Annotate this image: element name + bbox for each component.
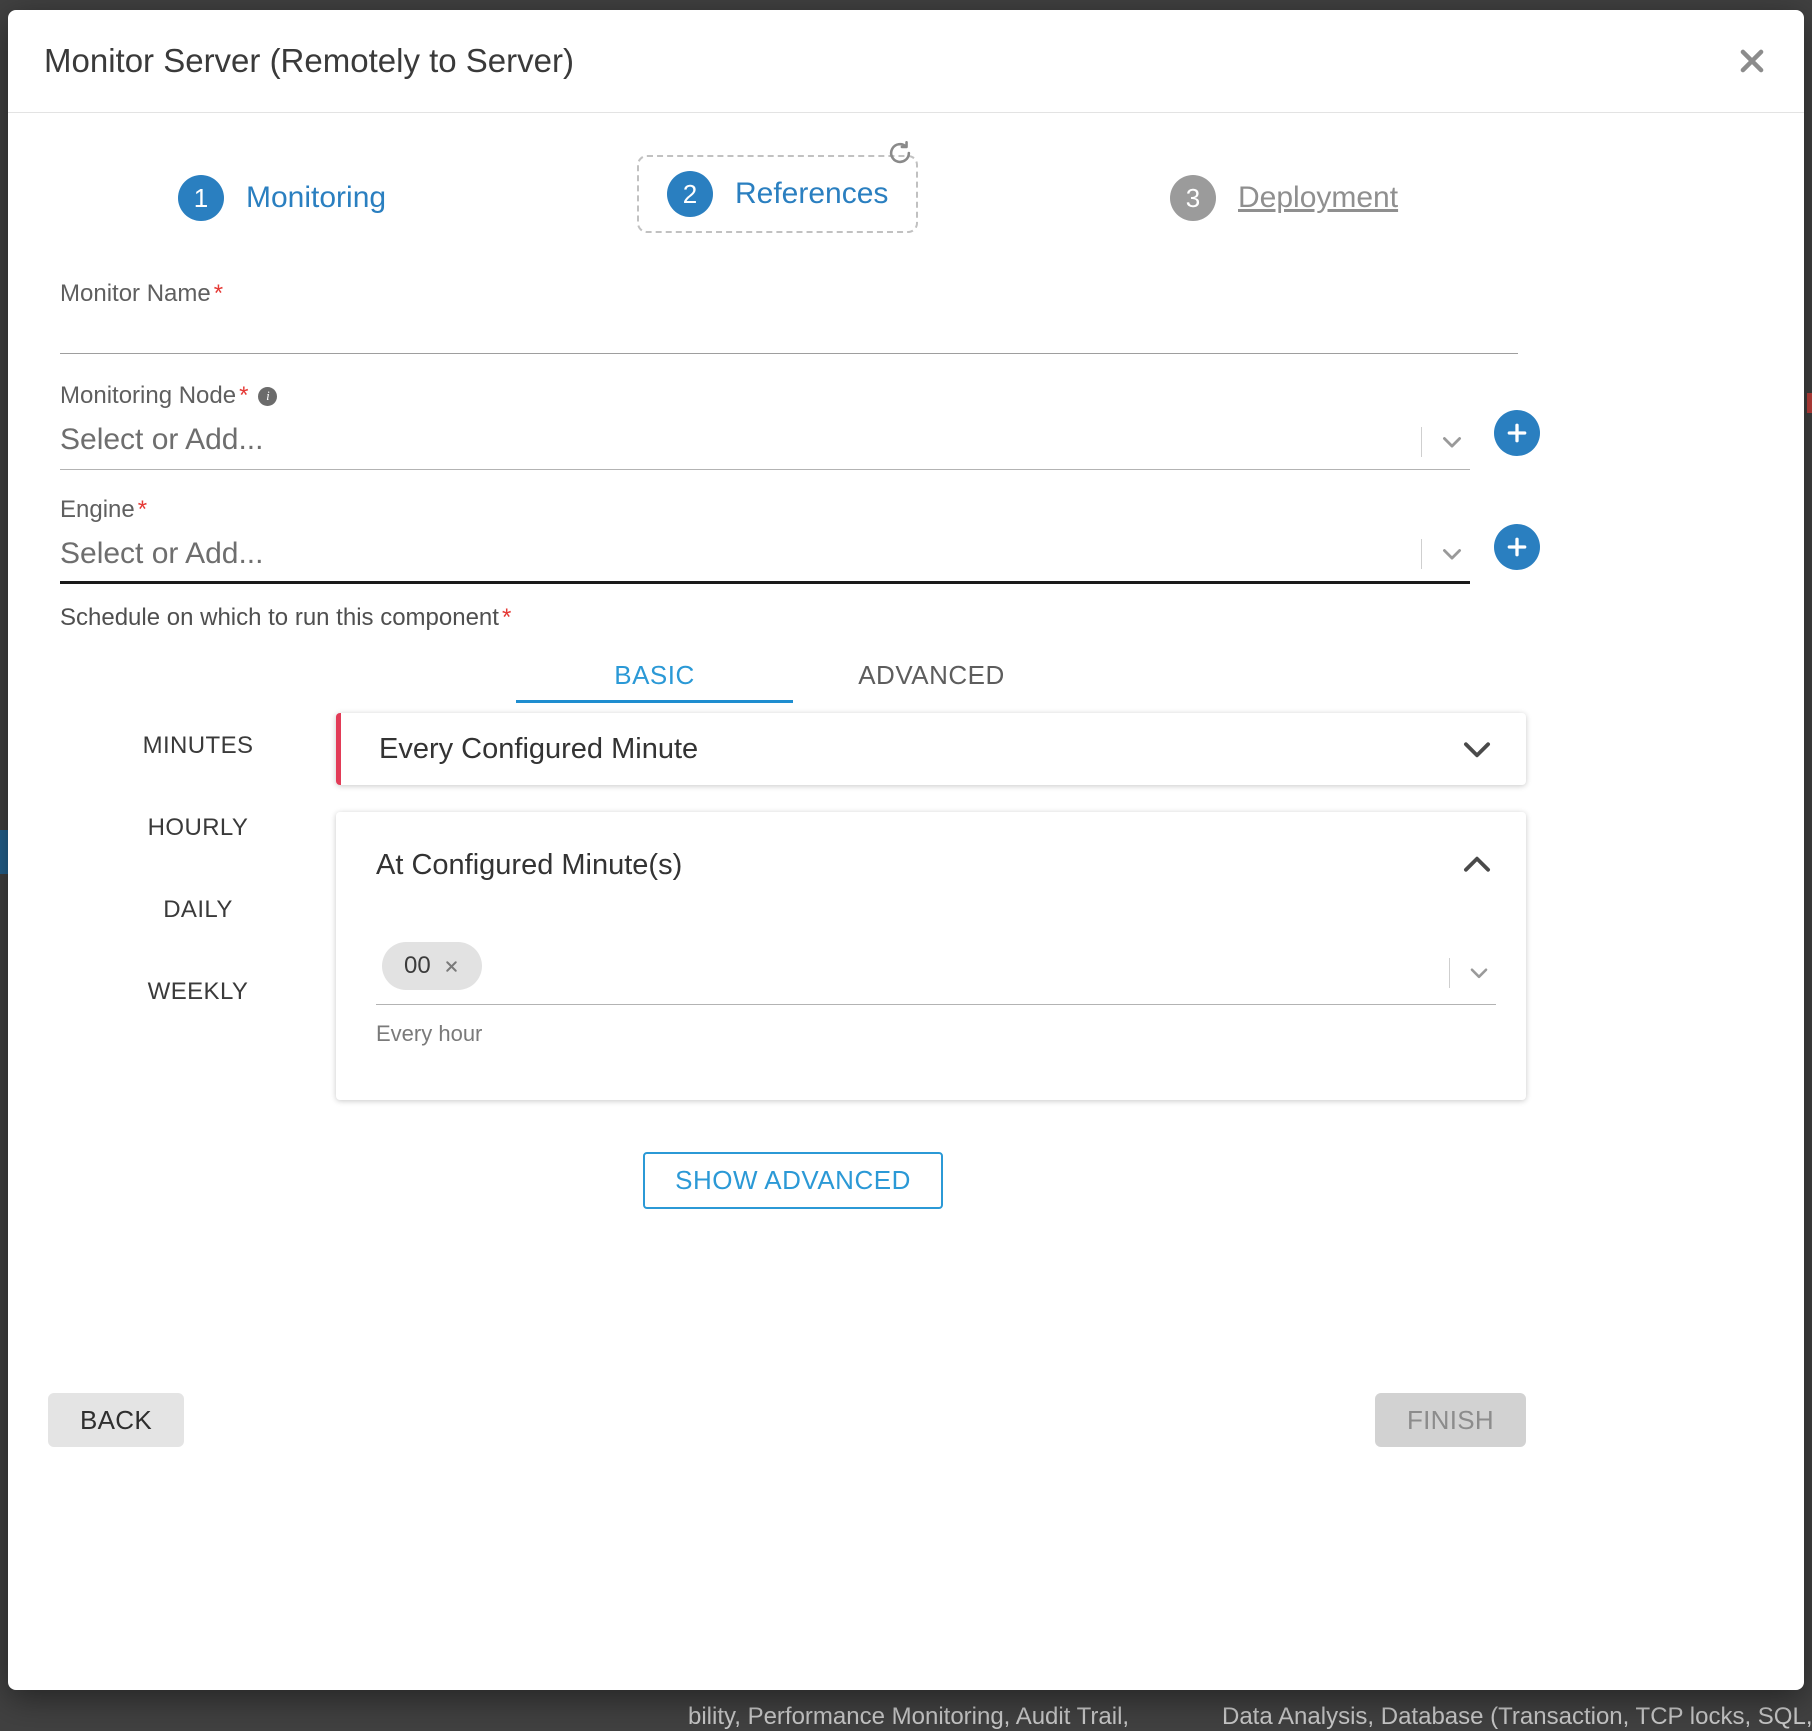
schedule-body: MINUTES HOURLY DAILY WEEKLY Every Config… [60, 713, 1526, 1126]
dialog-body: Monitor Name* Monitoring Node* i Select … [60, 258, 1526, 1209]
step-2-label: References [735, 177, 888, 211]
card-title: At Configured Minute(s) [376, 849, 682, 882]
engine-row: Select or Add... [60, 524, 1526, 584]
schedule-cards: Every Configured Minute At Configured Mi… [336, 713, 1526, 1126]
frequency-hourly[interactable]: HOURLY [60, 810, 336, 846]
engine-label: Engine* [60, 496, 1526, 524]
tab-advanced[interactable]: ADVANCED [793, 650, 1070, 703]
step-2-badge: 2 [667, 171, 713, 217]
show-advanced-button[interactable]: SHOW ADVANCED [643, 1152, 943, 1209]
dialog-title: Monitor Server (Remotely to Server) [44, 42, 574, 80]
backdrop-text-right: Data Analysis, Database (Transaction, TC… [1222, 1703, 1812, 1731]
select-end [1421, 427, 1466, 457]
dialog-header: Monitor Server (Remotely to Server) [8, 10, 1804, 113]
monitoring-node-label-text: Monitoring Node [60, 382, 236, 410]
backdrop-text-left: bility, Performance Monitoring, Audit Tr… [688, 1703, 1129, 1731]
monitoring-node-placeholder: Select or Add... [60, 423, 263, 456]
frequency-minutes[interactable]: MINUTES [60, 728, 336, 764]
chevron-down-icon[interactable] [1458, 730, 1496, 768]
add-engine-button[interactable] [1494, 524, 1540, 570]
show-advanced-row: SHOW ADVANCED [60, 1152, 1526, 1209]
plus-icon [1506, 536, 1528, 558]
monitor-name-label: Monitor Name* [60, 280, 1526, 308]
frequency-weekly[interactable]: WEEKLY [60, 974, 336, 1010]
separator [1421, 539, 1422, 569]
dialog-footer: BACK FINISH [48, 1393, 1526, 1447]
step-references[interactable]: 2 References [637, 155, 918, 233]
separator [1449, 958, 1450, 988]
schedule-label-text: Schedule on which to run this component [60, 604, 499, 631]
separator [1421, 427, 1422, 457]
minute-chip[interactable]: 00 [382, 942, 482, 990]
step-3-badge: 3 [1170, 175, 1216, 221]
monitoring-node-row: Select or Add... [60, 410, 1526, 470]
schedule-label: Schedule on which to run this component* [60, 604, 1526, 632]
required-marker: * [239, 382, 248, 410]
chevron-down-icon[interactable] [1466, 960, 1492, 986]
select-end [1421, 539, 1466, 569]
monitor-server-dialog: Monitor Server (Remotely to Server) 1 Mo… [8, 10, 1804, 1690]
step-monitoring[interactable]: 1 Monitoring [178, 175, 386, 221]
monitoring-node-label: Monitoring Node* i [60, 382, 1526, 410]
finish-button[interactable]: FINISH [1375, 1393, 1526, 1447]
chevron-up-icon[interactable] [1458, 846, 1496, 884]
required-marker: * [502, 604, 511, 631]
frequency-list: MINUTES HOURLY DAILY WEEKLY [60, 713, 336, 1126]
every-configured-minute-card[interactable]: Every Configured Minute [336, 713, 1526, 785]
monitor-name-input[interactable] [60, 310, 1518, 354]
engine-select[interactable]: Select or Add... [60, 531, 1470, 584]
at-configured-minutes-header[interactable]: At Configured Minute(s) [376, 846, 1496, 884]
tab-basic[interactable]: BASIC [516, 650, 793, 703]
minutes-input[interactable]: 00 [376, 942, 1496, 1005]
chip-remove-icon[interactable] [443, 958, 460, 975]
select-end [1449, 958, 1492, 988]
card-title: Every Configured Minute [379, 733, 698, 766]
step-3-label: Deployment [1238, 181, 1398, 215]
required-marker: * [214, 280, 223, 308]
info-icon[interactable]: i [258, 387, 277, 406]
step-1-label: Monitoring [246, 181, 386, 215]
wizard-stepper: 1 Monitoring 2 References 3 Deployment [8, 113, 1804, 258]
back-button[interactable]: BACK [48, 1393, 184, 1447]
refresh-icon[interactable] [886, 139, 914, 167]
close-button[interactable] [1730, 39, 1774, 83]
minute-chip-value: 00 [404, 952, 431, 980]
schedule-tabs: BASIC ADVANCED [60, 650, 1526, 703]
close-icon [1736, 45, 1768, 77]
backdrop-fragment-blue [0, 830, 8, 874]
required-marker: * [138, 496, 147, 524]
add-monitoring-node-button[interactable] [1494, 410, 1540, 456]
step-deployment[interactable]: 3 Deployment [1170, 175, 1398, 221]
at-configured-minutes-card: At Configured Minute(s) 00 [336, 812, 1526, 1100]
monitor-name-label-text: Monitor Name [60, 280, 211, 308]
backdrop-fragment-red [1807, 393, 1812, 413]
minutes-hint: Every hour [376, 1021, 1496, 1047]
frequency-daily[interactable]: DAILY [60, 892, 336, 928]
minutes-field: 00 [376, 942, 1496, 1047]
engine-label-text: Engine [60, 496, 135, 524]
chevron-down-icon[interactable] [1438, 540, 1466, 568]
step-1-badge: 1 [178, 175, 224, 221]
plus-icon [1506, 422, 1528, 444]
chevron-down-icon[interactable] [1438, 428, 1466, 456]
engine-placeholder: Select or Add... [60, 537, 263, 570]
monitoring-node-select[interactable]: Select or Add... [60, 417, 1470, 470]
